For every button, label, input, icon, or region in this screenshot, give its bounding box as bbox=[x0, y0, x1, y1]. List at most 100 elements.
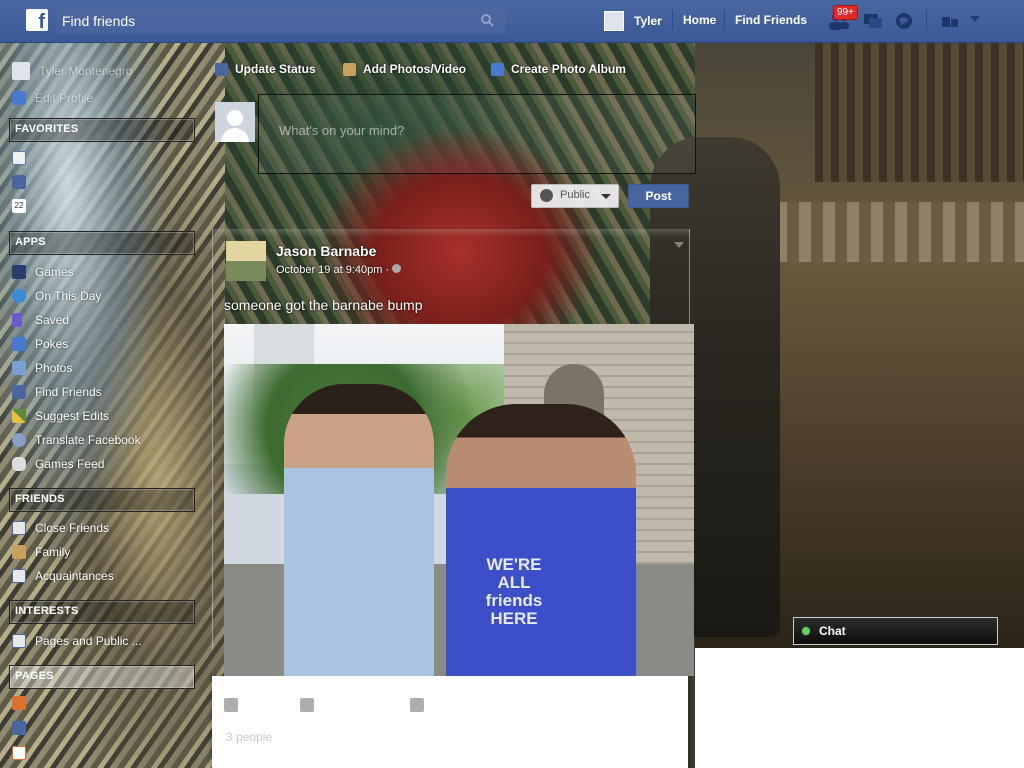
sidebar-item-news-feed[interactable] bbox=[12, 150, 35, 166]
section-header-pages: PAGES bbox=[9, 665, 195, 689]
profile-link[interactable]: Tyler bbox=[604, 11, 662, 31]
privacy-shortcuts-icon[interactable] bbox=[940, 11, 962, 31]
sidebar-item-edit-profile[interactable]: Edit Profile bbox=[12, 90, 93, 106]
home-link[interactable]: Home bbox=[683, 13, 716, 27]
sidebar-item-family[interactable]: Family bbox=[12, 544, 70, 560]
thumbs-up-icon bbox=[12, 721, 26, 735]
sidebar-item-messages[interactable] bbox=[12, 174, 35, 190]
avatar bbox=[604, 11, 624, 31]
sidebar-item-translate-facebook[interactable]: Translate Facebook bbox=[12, 432, 141, 448]
author-name[interactable]: Jason Barnabe bbox=[276, 243, 376, 259]
sidebar-item-games-feed[interactable]: Games Feed bbox=[12, 456, 104, 472]
background-facade bbox=[815, 42, 1024, 182]
find-friends-link[interactable]: Find Friends bbox=[735, 13, 807, 27]
section-header-apps: APPS bbox=[9, 231, 195, 255]
sidebar-item-label: Close Friends bbox=[35, 521, 110, 535]
status-input[interactable]: What's on your mind? bbox=[258, 94, 696, 174]
sidebar-item-label: Saved bbox=[35, 313, 70, 327]
audience-label: Public bbox=[560, 189, 590, 201]
chat-online-icon bbox=[801, 626, 811, 636]
sidebar-item-pokes[interactable]: Pokes bbox=[12, 336, 68, 352]
sidebar-item-profile[interactable]: Tyler Montenegro bbox=[12, 62, 133, 80]
nav-divider bbox=[926, 10, 927, 30]
sidebar-item-label: Pages and Public ... bbox=[35, 634, 142, 648]
photo-icon bbox=[343, 62, 356, 76]
nav-divider bbox=[724, 10, 725, 30]
sidebar-item-photos[interactable]: Photos bbox=[12, 360, 72, 376]
facebook-logo[interactable]: f bbox=[26, 9, 48, 31]
sidebar-item-games[interactable]: Games bbox=[12, 264, 74, 280]
messages-icon[interactable] bbox=[862, 11, 884, 31]
sidebar-item-label: Family bbox=[35, 545, 71, 559]
sidebar-item-create-page[interactable] bbox=[12, 745, 35, 761]
like-thumbs-up-icon[interactable] bbox=[224, 698, 238, 712]
sidebar-item-pages-and-public-figures[interactable]: Pages and Public ... bbox=[12, 633, 142, 649]
sidebar-item-events[interactable]: 22 bbox=[12, 198, 35, 214]
comment-icon[interactable] bbox=[300, 698, 314, 712]
post-button[interactable]: Post bbox=[628, 184, 689, 208]
acquaintances-icon bbox=[12, 569, 26, 583]
chat-bar[interactable]: Chat bbox=[793, 617, 998, 645]
clock-icon bbox=[12, 289, 26, 303]
likes-count[interactable]: 3 people bbox=[226, 730, 272, 744]
section-header-favorites: FAVORITES bbox=[9, 118, 195, 142]
story-text: someone got the barnabe bump bbox=[224, 297, 423, 313]
sidebar-item-label: Edit Profile bbox=[35, 91, 94, 105]
background-balustrade bbox=[775, 202, 1024, 262]
pencil-icon bbox=[12, 409, 26, 423]
tab-create-photo-album[interactable]: Create Photo Album bbox=[491, 62, 626, 76]
photo-person-right bbox=[446, 404, 636, 676]
share-arrow-icon[interactable] bbox=[410, 698, 424, 712]
status-placeholder: What's on your mind? bbox=[279, 123, 405, 138]
calendar-icon: 22 bbox=[12, 199, 26, 213]
sidebar-item-label: Translate Facebook bbox=[35, 433, 141, 447]
tab-update-status[interactable]: Update Status bbox=[215, 62, 316, 76]
feed-story: Jason Barnabe October 19 at 9:40pm · som… bbox=[212, 229, 694, 768]
author-avatar[interactable] bbox=[226, 241, 266, 281]
avatar bbox=[215, 102, 255, 142]
plus-icon bbox=[12, 746, 26, 760]
story-timestamp[interactable]: October 19 at 9:40pm · bbox=[276, 264, 402, 276]
globe-icon bbox=[540, 189, 553, 202]
tab-add-photos-video[interactable]: Add Photos/Video bbox=[343, 62, 466, 76]
account-menu-chevron-down-icon[interactable] bbox=[970, 16, 980, 22]
sidebar-item-find-friends[interactable]: Find Friends bbox=[12, 384, 102, 400]
sidebar-item-on-this-day[interactable]: On This Day bbox=[12, 288, 101, 304]
search-icon[interactable] bbox=[480, 13, 494, 27]
sidebar-item-saved[interactable]: Saved bbox=[12, 312, 69, 328]
sidebar-item-label: Pokes bbox=[35, 337, 69, 351]
news-feed-icon bbox=[12, 151, 26, 165]
section-header-friends: FRIENDS bbox=[9, 488, 195, 512]
page-icon bbox=[12, 696, 26, 710]
sidebar-item-label: Suggest Edits bbox=[35, 409, 110, 423]
sidebar-item-label: Find Friends bbox=[35, 385, 102, 399]
sidebar-item-label: On This Day bbox=[35, 289, 102, 303]
story-options-chevron-icon[interactable] bbox=[674, 242, 684, 248]
gamepad-icon bbox=[12, 457, 26, 471]
audience-selector[interactable]: Public bbox=[531, 184, 619, 208]
list-icon bbox=[12, 634, 26, 648]
left-sidebar: Tyler Montenegro Edit Profile FAVORITES … bbox=[0, 42, 210, 768]
notifications-globe-icon[interactable] bbox=[893, 11, 915, 31]
tab-label: Update Status bbox=[235, 62, 316, 76]
tab-label: Add Photos/Video bbox=[363, 62, 467, 76]
sidebar-item-page-1[interactable] bbox=[12, 695, 35, 711]
search-input[interactable]: Find friends bbox=[56, 8, 506, 34]
chat-label: Chat bbox=[819, 624, 846, 638]
story-photo[interactable]: WE'RE ALL friends HERE bbox=[224, 324, 694, 676]
sidebar-item-label: Photos bbox=[35, 361, 73, 375]
sidebar-item-label: Tyler Montenegro bbox=[39, 64, 133, 78]
avatar bbox=[12, 62, 30, 80]
nav-divider bbox=[672, 10, 673, 30]
sidebar-item-close-friends[interactable]: Close Friends bbox=[12, 520, 109, 536]
section-header-interests: INTERESTS bbox=[9, 600, 195, 624]
pencil-icon bbox=[12, 91, 26, 105]
house-icon bbox=[12, 545, 26, 559]
sidebar-item-acquaintances[interactable]: Acquaintances bbox=[12, 568, 114, 584]
find-friends-icon bbox=[12, 385, 26, 399]
sidebar-item-label: Acquaintances bbox=[35, 569, 114, 583]
messages-icon bbox=[12, 175, 26, 189]
sidebar-item-suggest-edits[interactable]: Suggest Edits bbox=[12, 408, 109, 424]
photo-shirt-text: WE'RE ALL friends HERE bbox=[485, 555, 543, 628]
sidebar-item-like-pages[interactable] bbox=[12, 720, 35, 736]
